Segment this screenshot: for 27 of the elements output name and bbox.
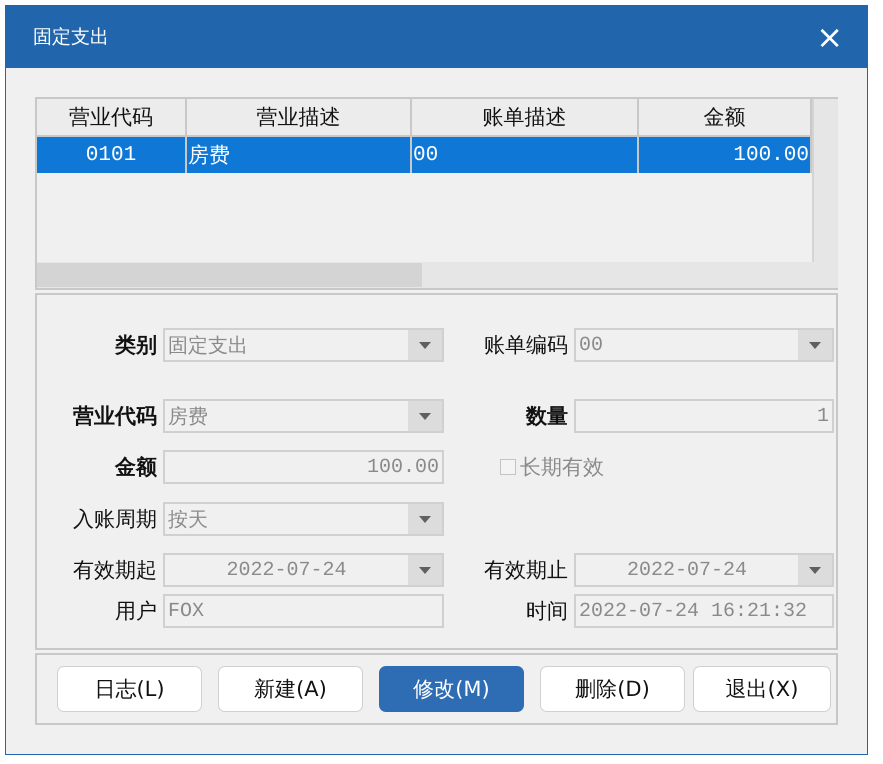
table-cell[interactable]: 房费 (187, 137, 412, 173)
field-label: 类别 (114, 332, 157, 359)
window-title: 固定支出 (33, 25, 109, 50)
field-label: 有效期止 (483, 557, 568, 584)
column-header[interactable]: 金额 (639, 99, 812, 137)
table-cell[interactable]: 0101 (37, 137, 187, 173)
field-label: 数量 (524, 403, 568, 430)
field-label: 时间 (525, 598, 568, 625)
action-button[interactable]: 日志(L) (57, 666, 202, 712)
column-header[interactable]: 营业代码 (37, 99, 187, 137)
action-button[interactable]: 退出(X) (693, 666, 831, 712)
action-button[interactable]: 新建(A) (218, 666, 363, 712)
table-cell[interactable]: 00 (412, 137, 639, 173)
action-button[interactable]: 修改(M) (379, 666, 524, 712)
field-label: 入账周期 (72, 506, 157, 533)
field-label: 金额 (114, 454, 157, 481)
close-button[interactable]: × (812, 21, 847, 53)
field-label: 账单编码 (483, 332, 568, 359)
vertical-scrollbar[interactable] (812, 99, 838, 262)
field-label: 用户 (114, 598, 157, 625)
column-header[interactable]: 营业描述 (187, 99, 412, 137)
column-header[interactable]: 账单描述 (412, 99, 639, 137)
field-label: 有效期起 (72, 557, 157, 584)
table-cell[interactable]: 100.00 (639, 137, 812, 173)
horizontal-scrollbar[interactable] (37, 262, 838, 288)
field-label: 营业代码 (72, 403, 157, 430)
action-button[interactable]: 删除(D) (540, 666, 685, 712)
